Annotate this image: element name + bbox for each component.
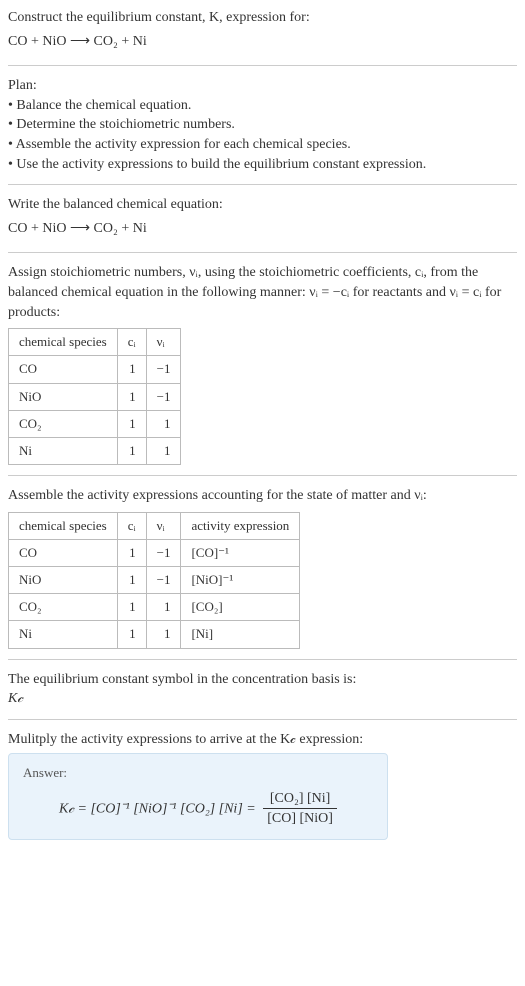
stoich-section: Assign stoichiometric numbers, νᵢ, using… — [8, 263, 517, 476]
symbol-section: The equilibrium constant symbol in the c… — [8, 670, 517, 720]
plan-heading: Plan: — [8, 76, 517, 96]
table-row: CO 1 −1 [CO]⁻¹ — [9, 539, 300, 566]
plan-item: • Assemble the activity expression for e… — [8, 135, 517, 155]
table-row: CO₂ 1 1 [CO₂] — [9, 594, 300, 621]
table-row: Ni 1 1 [Ni] — [9, 621, 300, 648]
fraction-numerator: [CO₂] [Ni] — [263, 789, 337, 810]
col-ci: cᵢ — [117, 329, 146, 356]
balanced-equation: CO + NiO ⟶ CO₂ + Ni — [8, 219, 517, 239]
intro-equation: CO + NiO ⟶ CO₂ + Ni — [8, 32, 517, 52]
multiply-section: Mulitply the activity expressions to arr… — [8, 730, 517, 850]
answer-box: Answer: K𝒸 = [CO]⁻¹ [NiO]⁻¹ [CO₂] [Ni] =… — [8, 753, 388, 839]
table-row: CO₂ 1 1 — [9, 410, 181, 437]
table-row: CO 1 −1 — [9, 356, 181, 383]
fraction-denominator: [CO] [NiO] — [263, 809, 337, 829]
intro-text: Construct the equilibrium constant, K, e… — [8, 8, 517, 28]
answer-fraction: [CO₂] [Ni] [CO] [NiO] — [263, 789, 337, 829]
balanced-heading: Write the balanced chemical equation: — [8, 195, 517, 215]
multiply-text: Mulitply the activity expressions to arr… — [8, 730, 517, 750]
intro-section: Construct the equilibrium constant, K, e… — [8, 8, 517, 66]
stoich-text: Assign stoichiometric numbers, νᵢ, using… — [8, 263, 517, 322]
symbol-text: The equilibrium constant symbol in the c… — [8, 670, 517, 690]
table-row: Ni 1 1 — [9, 437, 181, 464]
col-vi: νᵢ — [146, 329, 181, 356]
activity-section: Assemble the activity expressions accoun… — [8, 486, 517, 660]
table-row: NiO 1 −1 — [9, 383, 181, 410]
col-species: chemical species — [9, 329, 118, 356]
col-ci: cᵢ — [117, 512, 146, 539]
answer-lhs: K𝒸 = [CO]⁻¹ [NiO]⁻¹ [CO₂] [Ni] = — [59, 801, 256, 816]
balanced-section: Write the balanced chemical equation: CO… — [8, 195, 517, 253]
col-vi: νᵢ — [146, 512, 181, 539]
symbol-value: K𝒸 — [8, 689, 517, 709]
stoich-table: chemical species cᵢ νᵢ CO 1 −1 NiO 1 −1 … — [8, 328, 181, 465]
activity-text: Assemble the activity expressions accoun… — [8, 486, 517, 506]
plan-item: • Determine the stoichiometric numbers. — [8, 115, 517, 135]
plan-item: • Use the activity expressions to build … — [8, 155, 517, 175]
plan-section: Plan: • Balance the chemical equation. •… — [8, 76, 517, 185]
col-activity: activity expression — [181, 512, 300, 539]
plan-item: • Balance the chemical equation. — [8, 96, 517, 116]
answer-label: Answer: — [23, 764, 373, 782]
table-row: NiO 1 −1 [NiO]⁻¹ — [9, 567, 300, 594]
answer-equation: K𝒸 = [CO]⁻¹ [NiO]⁻¹ [CO₂] [Ni] = [CO₂] [… — [23, 789, 373, 829]
table-header-row: chemical species cᵢ νᵢ activity expressi… — [9, 512, 300, 539]
activity-table: chemical species cᵢ νᵢ activity expressi… — [8, 512, 300, 649]
table-header-row: chemical species cᵢ νᵢ — [9, 329, 181, 356]
col-species: chemical species — [9, 512, 118, 539]
